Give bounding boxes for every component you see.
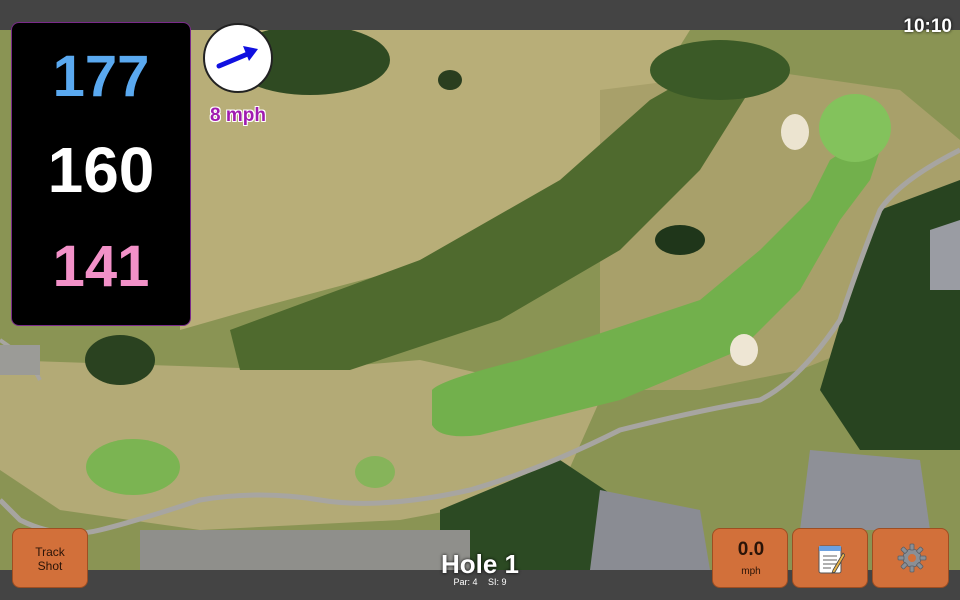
track-shot-button[interactable]: Track Shot: [12, 528, 88, 588]
settings-button[interactable]: [872, 528, 949, 588]
middle-distance: 160: [47, 134, 155, 206]
notes-button[interactable]: [792, 528, 868, 588]
notepad-icon: [818, 545, 845, 574]
wind-unit: mph: [741, 566, 761, 577]
track-shot-label-line1: Track: [35, 545, 65, 559]
wind-direction-arrow-icon: [216, 46, 258, 69]
hole-stroke-index: SI: 9: [488, 577, 507, 587]
wind-speed-label: 8 mph: [210, 105, 266, 126]
hole-par: Par: 4: [453, 577, 478, 587]
wind-direction-indicator: [203, 23, 273, 93]
hole-title: Hole 1: [440, 549, 520, 579]
wind-speed-button[interactable]: 0.0 mph: [712, 528, 788, 588]
hole-info: Par: 4 SI: 9: [400, 577, 560, 587]
back-distance: 177: [52, 44, 150, 109]
distance-panel: 177 160 141: [11, 22, 191, 326]
clock-time: 10:10: [903, 16, 952, 37]
gear-icon: [897, 543, 927, 573]
track-shot-label-line2: Shot: [37, 559, 63, 573]
wind-value: 0.0: [737, 539, 765, 560]
front-distance: 141: [52, 234, 150, 299]
